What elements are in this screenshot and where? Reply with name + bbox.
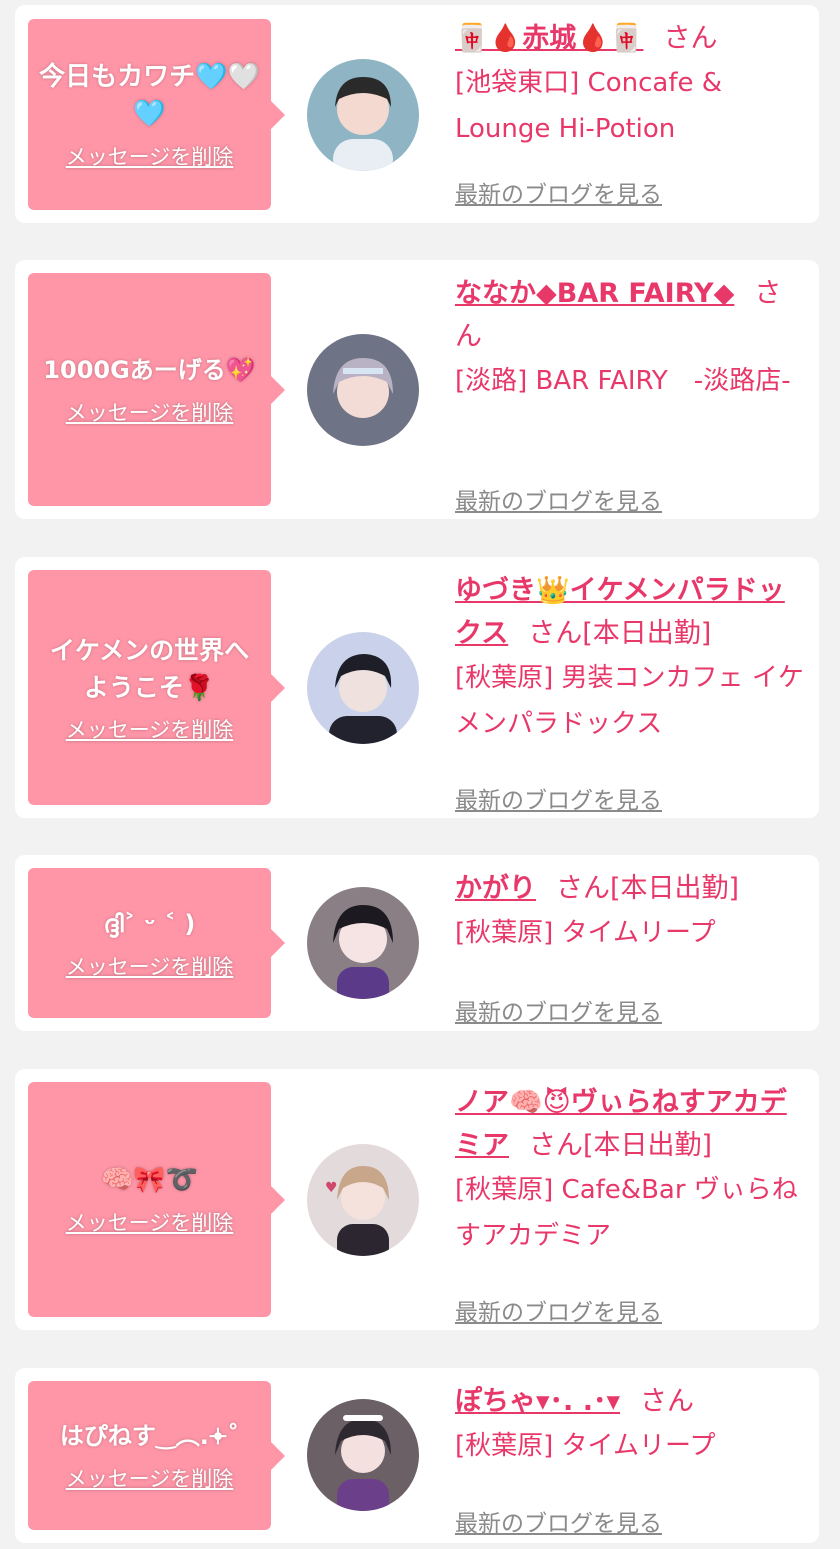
shop-name: [秋葉原] 男装コンカフェ イケメンパラドックス [455,663,804,739]
latest-blog-link[interactable]: 最新のブログを見る [455,482,662,516]
message-bubble: 🧠🎀➰ メッセージを削除 [28,1082,285,1317]
shop-name: [淡路] BAR FAIRY -淡路店- [455,366,791,396]
cast-name-link[interactable]: ぽちゃ▾･. .･▾ [455,1386,620,1417]
message-text: イケメンの世界へようこそ🌹 [49,635,250,702]
latest-blog-link[interactable]: 最新のブログを見る [455,1504,662,1538]
cast-info: 🀄🩸赤城🩸🀄 さん [池袋東口] Concafe & Lounge Hi-Poti… [455,17,805,208]
delete-message-link[interactable]: メッセージを削除 [66,141,234,171]
latest-blog-link[interactable]: 最新のブログを見る [455,993,662,1027]
cast-info: ななか◆BAR FAIRY◆ さん [淡路] BAR FAIRY -淡路店- 最新… [455,272,805,515]
honorific: さん [529,1130,583,1161]
message-bubble: 今日もカワチ🩵🤍🩵 メッセージを削除 [28,19,285,210]
message-text: 今日もカワチ🩵🤍🩵 [39,61,260,129]
latest-blog-link[interactable]: 最新のブログを見る [455,175,662,209]
avatar[interactable] [307,887,419,999]
on-duty-badge: [本日出勤] [583,1130,713,1161]
avatar[interactable]: ♥ [307,1144,419,1256]
message-card: 今日もカワチ🩵🤍🩵 メッセージを削除 🀄🩸赤城🩸🀄 さん [池袋東口] Conca… [15,5,819,223]
cast-info: ゆづき👑イケメンパラドックス さん[本日出勤] [秋葉原] 男装コンカフェ イケメ… [455,569,805,814]
cast-info: ぽちゃ▾･. .･▾ さん [秋葉原] タイムリープ 最新のブログを見る [455,1380,805,1537]
delete-message-link[interactable]: メッセージを削除 [66,951,234,981]
on-duty-badge: [本日出勤] [610,873,740,904]
shop-name: [秋葉原] タイムリープ [455,918,716,948]
avatar[interactable] [307,334,419,446]
cast-name-link[interactable]: ななか◆BAR FAIRY◆ [455,278,734,309]
message-card: ദ്ദി˃ ᵕ ˂ ) メッセージを削除 かがり さん[本日出勤] [秋葉原] タ… [15,855,819,1031]
latest-blog-link[interactable]: 最新のブログを見る [455,1293,662,1327]
message-card: 🧠🎀➰ メッセージを削除 ♥ ノア🧠😈ヴぃらねすアカデミア さん[本日出勤] [秋… [15,1069,819,1330]
cast-info: かがり さん[本日出勤] [秋葉原] タイムリープ 最新のブログを見る [455,867,805,1026]
delete-message-link[interactable]: メッセージを削除 [66,1207,234,1237]
delete-message-link[interactable]: メッセージを削除 [66,397,234,427]
message-text: ദ്ദി˃ ᵕ ˂ ) [103,909,196,938]
message-card: 1000Gあーげる💖 メッセージを削除 ななか◆BAR FAIRY◆ さん [淡路… [15,260,819,519]
message-text: 🧠🎀➰ [100,1165,199,1195]
avatar[interactable] [307,59,419,171]
avatar[interactable] [307,632,419,744]
avatar[interactable] [307,1399,419,1511]
shop-name: [池袋東口] Concafe & Lounge Hi-Potion [455,68,723,144]
svg-text:♥: ♥ [325,1180,338,1196]
message-text: 1000Gあーげる💖 [43,356,256,384]
honorific: さん [528,618,583,649]
latest-blog-link[interactable]: 最新のブログを見る [455,781,662,815]
message-text: はぴねす‿︵.𖥔˚ [59,1422,240,1450]
delete-message-link[interactable]: メッセージを削除 [66,714,234,744]
shop-name: [秋葉原] タイムリープ [455,1431,716,1461]
cast-info: ノア🧠😈ヴぃらねすアカデミア さん[本日出勤] [秋葉原] Cafe&Bar ヴぃ… [455,1081,805,1326]
shop-name: [秋葉原] Cafe&Bar ヴぃらねすアカデミア [455,1175,798,1251]
message-bubble: はぴねす‿︵.𖥔˚ メッセージを削除 [28,1381,285,1530]
cast-name-link[interactable]: かがり [455,873,536,904]
delete-message-link[interactable]: メッセージを削除 [66,1463,234,1493]
message-bubble: 1000Gあーげる💖 メッセージを削除 [28,273,285,506]
message-bubble: イケメンの世界へようこそ🌹 メッセージを削除 [28,570,285,805]
message-card: イケメンの世界へようこそ🌹 メッセージを削除 ゆづき👑イケメンパラドックス さん[… [15,557,819,818]
message-card: はぴねす‿︵.𖥔˚ メッセージを削除 ぽちゃ▾･. .･▾ さん [秋葉原] タイ… [15,1368,819,1543]
on-duty-badge: [本日出勤] [582,618,712,649]
honorific: さん [663,23,718,54]
honorific: さん [556,873,610,904]
honorific: さん [640,1386,695,1417]
message-bubble: ദ്ദി˃ ᵕ ˂ ) メッセージを削除 [28,868,285,1018]
cast-name-link[interactable]: 🀄🩸赤城🩸🀄 [455,23,643,54]
